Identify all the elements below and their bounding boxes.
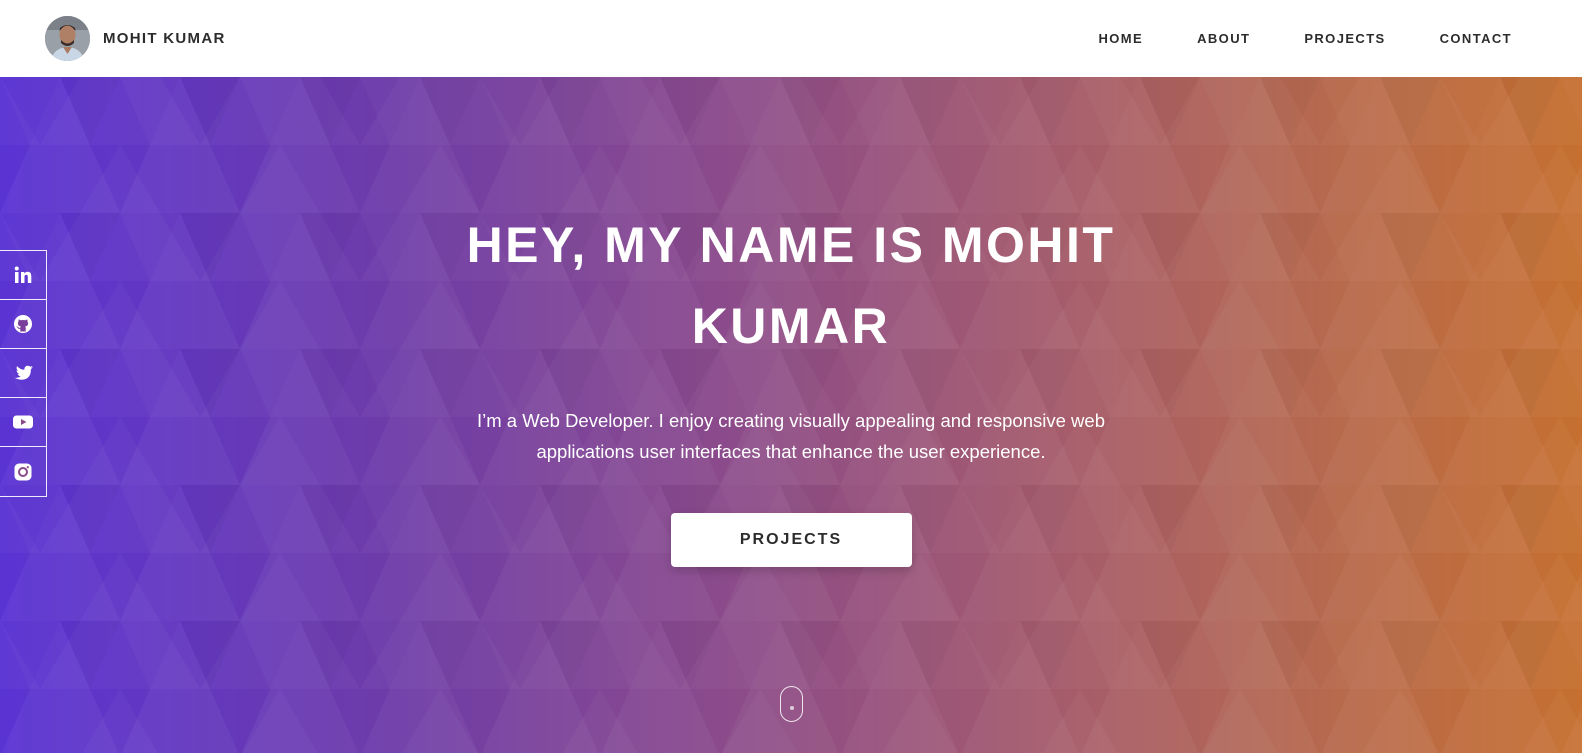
hero-content: HEY, MY NAME IS MOHIT KUMAR I’m a Web De… (0, 205, 1582, 567)
avatar (45, 16, 90, 61)
site-header: MOHIT KUMAR HOME ABOUT PROJECTS CONTACT (0, 0, 1582, 77)
nav-contact[interactable]: CONTACT (1440, 31, 1512, 46)
main-nav: HOME ABOUT PROJECTS CONTACT (1099, 31, 1513, 46)
instagram-icon (14, 463, 32, 480)
youtube-link[interactable] (0, 398, 46, 447)
hero-title: HEY, MY NAME IS MOHIT KUMAR (466, 217, 1116, 354)
scroll-dot (790, 706, 794, 710)
hero-description: I’m a Web Developer. I enjoy creating vi… (477, 410, 1105, 462)
github-link[interactable] (0, 300, 46, 349)
projects-button[interactable]: PROJECTS (670, 513, 912, 567)
instagram-link[interactable] (0, 447, 46, 496)
nav-about[interactable]: ABOUT (1197, 31, 1250, 46)
twitter-icon (14, 365, 33, 380)
social-sidebar (0, 250, 47, 497)
nav-home[interactable]: HOME (1099, 31, 1144, 46)
brand-name: MOHIT KUMAR (103, 30, 226, 47)
twitter-link[interactable] (0, 349, 46, 398)
nav-projects[interactable]: PROJECTS (1304, 31, 1385, 46)
linkedin-icon (14, 266, 32, 283)
linkedin-link[interactable] (0, 251, 46, 300)
hero-section: HEY, MY NAME IS MOHIT KUMAR I’m a Web De… (0, 77, 1582, 753)
scroll-indicator[interactable] (780, 686, 803, 722)
brand-link[interactable]: MOHIT KUMAR (45, 16, 226, 61)
youtube-icon (13, 415, 33, 429)
github-icon (14, 315, 32, 333)
